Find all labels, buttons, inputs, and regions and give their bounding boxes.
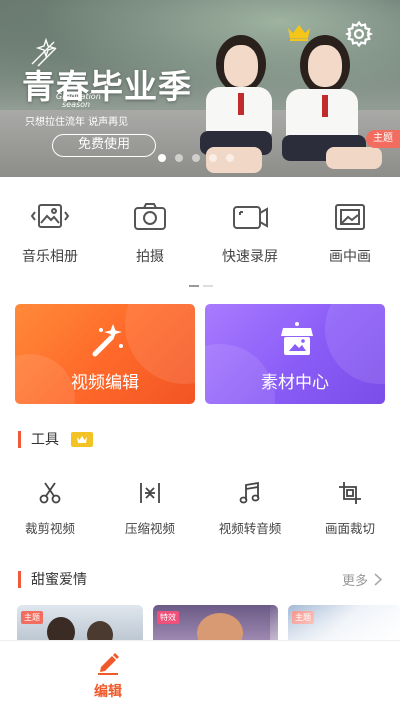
quick-action-label: 快速录屏 [222, 249, 278, 265]
tools-grid: 裁剪视频 压缩视频 视频转音频 画面裁切 [0, 480, 400, 537]
screen-record-icon [233, 206, 268, 229]
quick-action-screen-record[interactable]: 快速录屏 [200, 200, 300, 266]
vip-crown-icon[interactable] [286, 22, 312, 42]
thumb-tag: 主题 [21, 611, 43, 624]
quick-action-label: 音乐相册 [22, 249, 78, 265]
quick-action-capture[interactable]: 拍摄 [100, 200, 200, 266]
pencil-icon [98, 653, 119, 675]
quick-action-label: 拍摄 [136, 249, 164, 265]
crown-icon [77, 435, 87, 443]
banner-photo-person-right [282, 35, 382, 177]
tool-trim-video[interactable]: 裁剪视频 [0, 480, 100, 537]
material-center-card-title: 素材中心 [261, 373, 329, 393]
hero-banner[interactable]: 青春毕业季 Graduation season 只想拉住流年 说声再见 免费使用… [0, 0, 400, 177]
more-label: 更多 [341, 574, 368, 589]
banner-subtitle: 只想拉住流年 说声再见 [25, 117, 129, 128]
banner-english-title: Graduation season [56, 92, 101, 109]
carousel-dot[interactable] [158, 154, 166, 162]
carousel-indicator[interactable] [158, 154, 234, 162]
quick-action-picture-in-picture[interactable]: 画中画 [300, 200, 400, 266]
template-thumb[interactable]: 主题 [17, 605, 143, 645]
settings-gear-icon[interactable] [345, 20, 373, 48]
banner-title: 青春毕业季 [22, 67, 192, 106]
chevron-right-icon [374, 573, 382, 586]
carousel-dot[interactable] [192, 154, 200, 162]
video-edit-card[interactable]: 视频编辑 [15, 304, 195, 404]
quick-action-label: 画中画 [329, 249, 371, 265]
magic-wand-icon [92, 324, 123, 357]
bottom-nav: 编辑 [0, 640, 400, 711]
nav-tab-edit-label: 编辑 [94, 684, 122, 700]
free-use-button[interactable]: 免费使用 [52, 134, 156, 157]
thumb-tag: 特效 [157, 611, 179, 624]
store-icon [281, 322, 313, 355]
love-section-title: 甜蜜爱情 [31, 572, 87, 588]
carousel-dot[interactable] [226, 154, 234, 162]
quick-actions: 音乐相册 拍摄 快速录屏 画中画 [0, 200, 400, 266]
tool-compress-video[interactable]: 压缩视频 [100, 480, 200, 537]
tool-label: 压缩视频 [124, 521, 175, 536]
tools-section-title: 工具 [31, 432, 59, 448]
picture-in-picture-icon [335, 204, 365, 230]
template-thumb[interactable]: 特效 [153, 605, 278, 645]
compress-icon [140, 483, 160, 503]
photo-album-icon [30, 204, 70, 228]
tool-video-to-audio[interactable]: 视频转音频 [200, 480, 300, 537]
music-note-icon [239, 481, 260, 504]
tool-label: 视频转音频 [218, 521, 282, 536]
nav-tab-edit[interactable]: 编辑 [78, 651, 138, 701]
tool-crop-frame[interactable]: 画面裁切 [300, 480, 400, 537]
carousel-dot[interactable] [209, 154, 217, 162]
crop-icon [339, 482, 361, 504]
tool-label: 裁剪视频 [24, 521, 75, 536]
quick-action-music-album[interactable]: 音乐相册 [0, 200, 100, 266]
scissors-icon [39, 482, 61, 504]
more-link[interactable]: 更多 [342, 570, 382, 589]
love-section-header: 甜蜜爱情 [18, 569, 87, 589]
theme-tag: 主题 [366, 130, 400, 148]
tool-label: 画面裁切 [324, 521, 375, 536]
vip-badge [71, 431, 93, 447]
material-center-card[interactable]: 素材中心 [205, 304, 385, 404]
quick-actions-pager [189, 285, 213, 287]
camera-icon [134, 203, 166, 230]
video-edit-card-title: 视频编辑 [71, 373, 139, 393]
carousel-dot[interactable] [175, 154, 183, 162]
tools-section-header: 工具 [18, 429, 93, 449]
